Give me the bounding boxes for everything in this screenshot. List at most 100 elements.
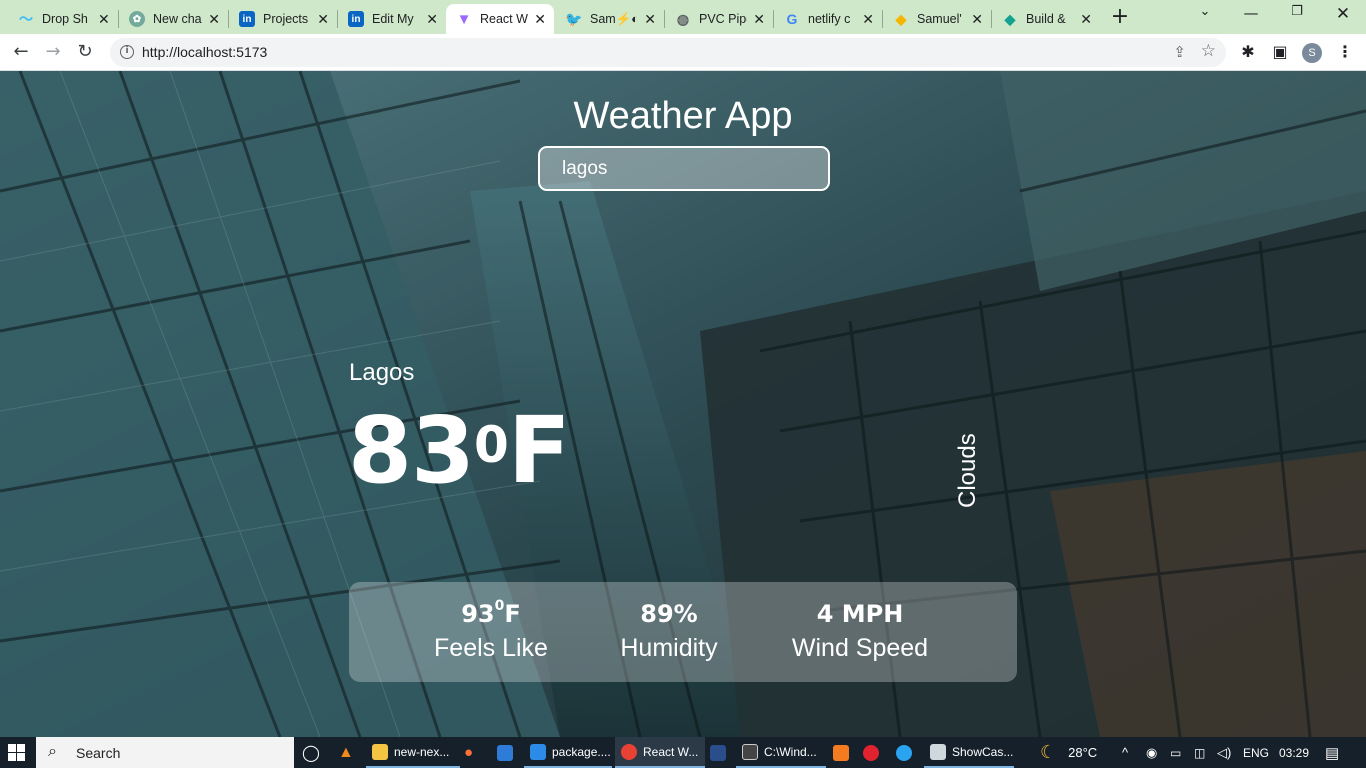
wind-speed-value: 4 MPH <box>816 600 904 628</box>
volume-icon[interactable]: ◁) <box>1217 737 1231 768</box>
bookmark-star-icon[interactable]: ☆ <box>1201 41 1216 61</box>
close-tab-icon[interactable]: ✕ <box>208 11 220 28</box>
taskbar-app-chrome[interactable]: React W... <box>615 737 705 768</box>
browser-tab[interactable]: ◍ PVC Pipe ✕ <box>665 4 773 34</box>
xampp-icon[interactable] <box>833 737 853 768</box>
windows-start-icon[interactable] <box>8 744 26 762</box>
browser-tab[interactable]: ◆ Build & ✕ <box>992 4 1100 34</box>
browser-tab[interactable]: G netlify c ✕ <box>774 4 882 34</box>
address-bar[interactable]: i http://localhost:5173 ⇪ ☆ <box>110 38 1226 67</box>
side-panel-icon[interactable]: ▣ <box>1269 42 1291 64</box>
powershell-icon[interactable] <box>710 737 730 768</box>
vscode-icon <box>530 743 546 760</box>
menu-kebab-icon[interactable]: ⋮ <box>1334 42 1356 64</box>
app-icon <box>930 743 946 760</box>
chrome-icon <box>621 743 637 760</box>
close-tab-icon[interactable]: ✕ <box>644 11 656 28</box>
humidity-value: 89% <box>640 600 698 628</box>
close-tab-icon[interactable]: ✕ <box>1080 11 1092 28</box>
browser-tab[interactable]: 〜 Drop Sh ✕ <box>8 4 118 34</box>
tab-label: PVC Pipe <box>699 12 747 26</box>
reload-button[interactable]: ↻ <box>72 40 98 66</box>
city-search-input[interactable] <box>538 146 830 191</box>
browser-toolbar: ← → ↻ i http://localhost:5173 ⇪ ☆ ✱ ▣ S … <box>0 34 1366 71</box>
temperature-value: 83 <box>348 397 475 504</box>
google-icon: G <box>786 11 798 27</box>
browser-tab-active[interactable]: ▼ React W ✕ <box>446 4 554 34</box>
new-tab-button[interactable]: + <box>1108 6 1132 30</box>
recorder-icon[interactable] <box>863 737 883 768</box>
taskbar-search-label: Search <box>76 745 121 761</box>
browser-tab[interactable]: in Projects ✕ <box>229 4 337 34</box>
tab-label: Edit My <box>372 12 414 26</box>
chatgpt-icon: ✿ <box>129 11 145 27</box>
sketch-icon: ◆ <box>895 10 907 27</box>
globe-icon: ◍ <box>676 10 690 27</box>
feels-like-label: Feels Like <box>434 634 548 662</box>
notifications-icon[interactable]: ▤ <box>1325 737 1339 768</box>
battery-icon[interactable]: ▭ <box>1170 737 1181 768</box>
task-view-icon[interactable]: ◯ <box>302 737 324 768</box>
close-tab-icon[interactable]: ✕ <box>426 11 438 28</box>
back-button[interactable]: ← <box>8 40 34 66</box>
browser-tab[interactable]: in Edit My ✕ <box>338 4 446 34</box>
share-icon[interactable]: ⇪ <box>1173 43 1186 61</box>
weather-page: Weather App Lagos 830F Clouds 930F Feels… <box>0 71 1366 737</box>
city-name: Lagos <box>349 359 415 386</box>
close-tab-icon[interactable]: ✕ <box>862 11 874 28</box>
taskbar-search-box[interactable]: ⌕ Search <box>36 737 294 768</box>
weather-widget[interactable]: ☾ 28°C <box>1040 737 1097 768</box>
linkedin-icon: in <box>348 11 364 27</box>
feels-like-value: 930F <box>461 598 521 628</box>
show-hidden-icons[interactable]: ^ <box>1122 737 1128 768</box>
forward-button[interactable]: → <box>40 40 66 66</box>
profile-avatar[interactable]: S <box>1302 43 1322 63</box>
cmd-icon <box>742 743 758 760</box>
browser-tab[interactable]: ✿ New cha ✕ <box>119 4 228 34</box>
search-icon: ⌕ <box>48 741 57 760</box>
weather-moon-icon: ☾ <box>1040 742 1057 762</box>
tab-label: Samuel' <box>917 12 962 26</box>
humidity-label: Humidity <box>620 634 718 662</box>
close-tab-icon[interactable]: ✕ <box>534 11 546 28</box>
humidity-stat: 89% Humidity <box>603 600 735 663</box>
linkedin-icon: in <box>239 11 255 27</box>
store-icon[interactable] <box>497 737 517 768</box>
url-text[interactable]: http://localhost:5173 <box>142 44 267 60</box>
tab-label: Drop Sh <box>42 12 88 26</box>
extensions-icon[interactable]: ✱ <box>1237 42 1259 64</box>
app-title: Weather App <box>573 95 793 137</box>
twitter-icon: 🐦 <box>565 10 583 27</box>
close-tab-icon[interactable]: ✕ <box>98 11 110 28</box>
edge-app-icon[interactable] <box>896 737 916 768</box>
close-tab-icon[interactable]: ✕ <box>317 11 329 28</box>
site-info-icon[interactable]: i <box>120 45 134 59</box>
taskbar-app-showcase[interactable]: ShowCas... <box>924 737 1014 768</box>
tab-search-icon[interactable]: ⌄ <box>1182 4 1228 28</box>
weather-condition: Clouds <box>954 433 981 508</box>
minimize-button[interactable]: — <box>1228 4 1274 28</box>
tab-label: Sam⚡◐ <box>590 11 639 26</box>
restore-button[interactable]: ❐ <box>1274 4 1320 28</box>
taskbar-app-cmd[interactable]: C:\Wind... <box>736 737 826 768</box>
close-tab-icon[interactable]: ✕ <box>753 11 765 28</box>
netlify-icon: ◆ <box>1004 10 1016 27</box>
tab-label: Build & <box>1026 12 1066 26</box>
tailwind-icon: 〜 <box>19 11 33 27</box>
temperature-display: 830F <box>348 396 571 506</box>
tab-label: netlify c <box>808 12 851 26</box>
close-window-button[interactable]: ✕ <box>1320 4 1366 28</box>
tab-label: Projects <box>263 12 309 26</box>
taskbar-app-file-explorer[interactable]: new-nex... <box>366 737 460 768</box>
network-icon[interactable]: ◫ <box>1194 737 1205 768</box>
firefox-icon[interactable]: ● <box>464 737 484 768</box>
location-icon[interactable]: ◉ <box>1146 737 1157 768</box>
feels-like-stat: 930F Feels Like <box>407 598 575 663</box>
language-indicator[interactable]: ENG <box>1243 737 1269 768</box>
close-tab-icon[interactable]: ✕ <box>971 11 983 28</box>
browser-tab[interactable]: 🐦 Sam⚡◐ ✕ <box>556 4 664 34</box>
vlc-icon[interactable]: ▲ <box>338 737 360 768</box>
browser-tab[interactable]: ◆ Samuel' ✕ <box>883 4 991 34</box>
clock[interactable]: 03:29 <box>1279 737 1309 768</box>
taskbar-app-vscode[interactable]: package.... <box>524 737 612 768</box>
